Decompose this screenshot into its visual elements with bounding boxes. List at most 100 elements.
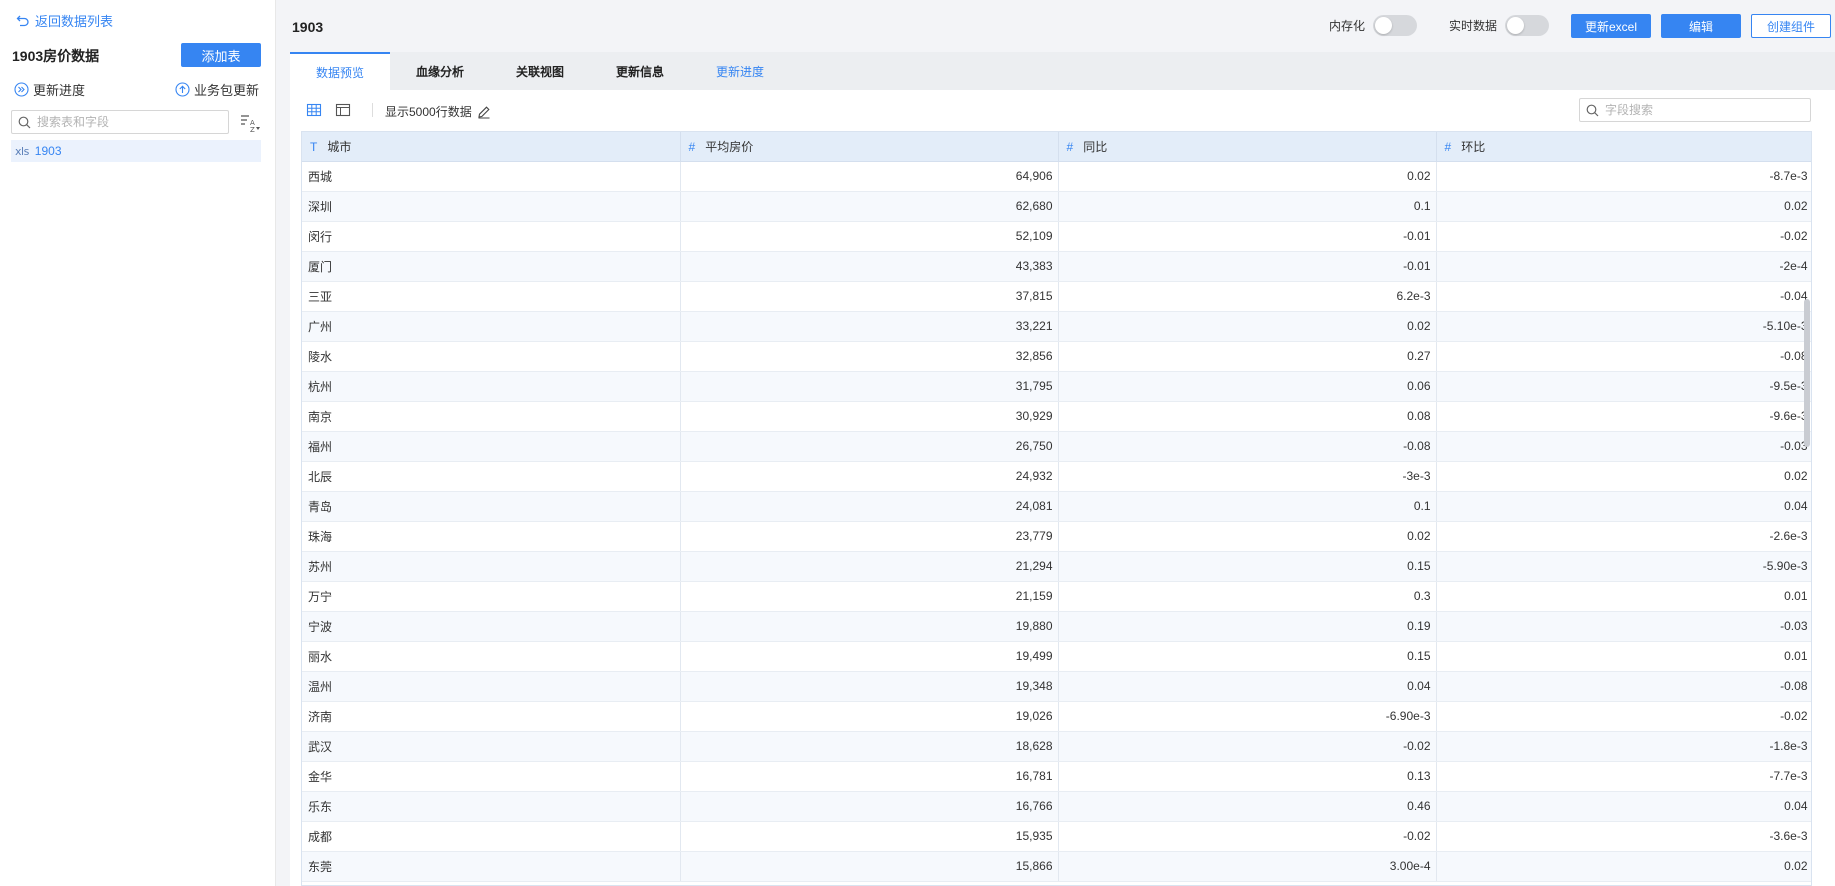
cell-avg-price: 16,766 (680, 791, 1059, 822)
column-header-avg-price[interactable]: # 平均房价 (680, 132, 1059, 162)
cell-city: 厦门 (302, 251, 681, 282)
cell-avg-price: 37,815 (680, 281, 1059, 312)
cell-yoy: 0.02 (1058, 521, 1437, 552)
table-row[interactable]: 南京 30,929 0.08 -9.6e-3 (302, 401, 1811, 432)
cell-city: 万宁 (302, 581, 681, 612)
table-row[interactable]: 厦门 43,383 -0.01 -2e-4 (302, 251, 1811, 282)
cell-mom: -8.7e-3 (1436, 161, 1811, 192)
cell-yoy: -0.08 (1058, 431, 1437, 462)
table-row[interactable]: 济南 19,026 -6.90e-3 -0.02 (302, 701, 1811, 732)
cell-mom: 0.04 (1436, 791, 1811, 822)
table-row[interactable]: 深圳 62,680 0.1 0.02 (302, 191, 1811, 222)
table-row[interactable]: 成都 15,935 -0.02 -3.6e-3 (302, 821, 1811, 852)
layout-view-icon[interactable] (335, 102, 351, 118)
tab-data-preview[interactable]: 数据预览 (290, 52, 390, 90)
row-count-setting[interactable]: 显示5000行数据 (385, 103, 491, 120)
table-row[interactable]: 广州 33,221 0.02 -5.10e-3 (302, 311, 1811, 342)
table-row[interactable]: 金华 16,781 0.13 -7.7e-3 (302, 761, 1811, 792)
cell-city: 闵行 (302, 221, 681, 252)
table-field-search[interactable] (11, 110, 229, 134)
table-field-search-input[interactable] (37, 115, 217, 129)
update-progress-button[interactable]: 更新进度 (14, 80, 85, 99)
table-row[interactable]: 东莞 15,866 3.00e-4 0.02 (302, 851, 1811, 882)
table-row[interactable]: 陵水 32,856 0.27 -0.08 (302, 341, 1811, 372)
table-row[interactable]: 温州 19,348 0.04 -0.08 (302, 671, 1811, 702)
cell-mom: -2.6e-3 (1436, 521, 1811, 552)
back-to-list-link[interactable]: 返回数据列表 (16, 11, 113, 30)
tab-relation-view[interactable]: 关联视图 (490, 52, 590, 90)
undo-arrow-icon (16, 15, 29, 26)
upload-circle-icon (175, 82, 190, 97)
create-component-button[interactable]: 创建组件 (1751, 14, 1831, 38)
fast-forward-circle-icon (14, 82, 29, 97)
cell-avg-price: 30,929 (680, 401, 1059, 432)
field-search[interactable] (1579, 98, 1811, 122)
back-link-label: 返回数据列表 (35, 14, 114, 29)
cell-city: 成都 (302, 821, 681, 852)
cell-city: 西城 (302, 161, 681, 192)
in-memory-setting: 内存化 (1329, 15, 1418, 36)
table-row[interactable]: 福州 26,750 -0.08 -0.03 (302, 431, 1811, 462)
table-row[interactable]: 万宁 21,159 0.3 0.01 (302, 581, 1811, 612)
pencil-edit-icon[interactable] (477, 105, 491, 119)
field-search-input[interactable] (1605, 103, 1795, 117)
table-row[interactable]: 苏州 21,294 0.15 -5.90e-3 (302, 551, 1811, 582)
table-row[interactable]: 武汉 18,628 -0.02 -1.8e-3 (302, 731, 1811, 762)
cell-avg-price: 19,499 (680, 641, 1059, 672)
xls-file-icon: xls (15, 144, 29, 158)
tab-lineage-analysis[interactable]: 血缘分析 (390, 52, 490, 90)
cell-mom: -9.6e-3 (1436, 401, 1811, 432)
cell-mom: -7.7e-3 (1436, 761, 1811, 792)
table-row[interactable]: 青岛 24,081 0.1 0.04 (302, 491, 1811, 522)
table-row[interactable]: 珠海 23,779 0.02 -2.6e-3 (302, 521, 1811, 552)
realtime-toggle[interactable] (1505, 15, 1550, 36)
table-row[interactable]: 宁波 19,880 0.19 -0.03 (302, 611, 1811, 642)
table-row[interactable]: 丽水 19,499 0.15 0.01 (302, 641, 1811, 672)
cell-city: 乐东 (302, 791, 681, 822)
cell-yoy: -0.02 (1058, 731, 1437, 762)
column-header-mom[interactable]: # 环比 (1436, 132, 1811, 162)
cell-avg-price: 23,779 (680, 521, 1059, 552)
table-row[interactable]: 三亚 37,815 6.2e-3 -0.04 (302, 281, 1811, 312)
data-table-container[interactable]: T 城市 # 平均房价 # 同比 # 环比 西城 64,906 0.02 -8.7e-3 深圳 6… (301, 131, 1812, 886)
cell-avg-price: 64,906 (680, 161, 1059, 192)
cell-yoy: -6.90e-3 (1058, 701, 1437, 732)
column-header-city[interactable]: T 城市 (302, 132, 681, 162)
column-header-yoy[interactable]: # 同比 (1058, 132, 1437, 162)
cell-mom: 0.02 (1436, 851, 1811, 882)
update-excel-button[interactable]: 更新excel (1571, 14, 1651, 38)
cell-yoy: 0.46 (1058, 791, 1437, 822)
add-table-button[interactable]: 添加表 (181, 43, 261, 67)
cell-city: 三亚 (302, 281, 681, 312)
cell-city: 杭州 (302, 371, 681, 402)
edit-button[interactable]: 编辑 (1661, 14, 1741, 38)
table-row[interactable]: 北辰 24,932 -3e-3 0.02 (302, 461, 1811, 492)
cell-city: 北辰 (302, 461, 681, 492)
cell-city: 苏州 (302, 551, 681, 582)
cell-city: 济南 (302, 701, 681, 732)
cell-avg-price: 43,383 (680, 251, 1059, 282)
tab-bar: 数据预览 血缘分析 关联视图 更新信息 更新进度 (290, 52, 1835, 90)
table-row[interactable]: 西城 64,906 0.02 -8.7e-3 (302, 161, 1811, 192)
grid-view-icon[interactable] (306, 102, 322, 118)
cell-city: 东莞 (302, 851, 681, 882)
tab-update-progress[interactable]: 更新进度 (690, 52, 790, 90)
package-update-button[interactable]: 业务包更新 (175, 80, 259, 99)
table-row[interactable]: 闵行 52,109 -0.01 -0.02 (302, 221, 1811, 252)
vertical-scrollbar[interactable] (1804, 299, 1810, 447)
cell-mom: -0.02 (1436, 701, 1811, 732)
in-memory-toggle[interactable] (1373, 15, 1418, 36)
sort-az-icon[interactable]: AZ (239, 113, 261, 133)
table-row[interactable]: 乐东 16,766 0.46 0.04 (302, 791, 1811, 822)
table-row[interactable]: 杭州 31,795 0.06 -9.5e-3 (302, 371, 1811, 402)
cell-yoy: 0.1 (1058, 491, 1437, 522)
cell-mom: 0.02 (1436, 191, 1811, 222)
tab-update-info[interactable]: 更新信息 (590, 52, 690, 90)
cell-avg-price: 33,221 (680, 311, 1059, 342)
cell-mom: -0.04 (1436, 281, 1811, 312)
cell-avg-price: 24,932 (680, 461, 1059, 492)
tree-item-1903[interactable]: xls 1903 (11, 140, 261, 162)
cell-mom: -0.03 (1436, 611, 1811, 642)
cell-mom: -0.03 (1436, 431, 1811, 462)
number-type-icon: # (1066, 139, 1074, 154)
